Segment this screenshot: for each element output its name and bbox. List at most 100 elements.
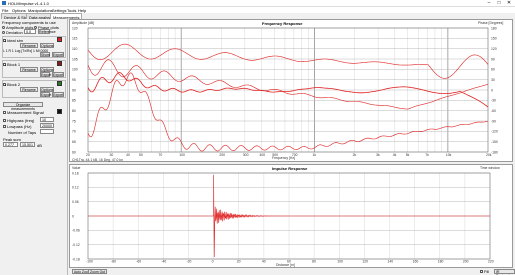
phase-tick-label: -180	[491, 150, 498, 154]
minimize-button[interactable]: –	[484, 0, 494, 6]
measurement-3-show-button[interactable]: Export	[40, 92, 51, 97]
measurement-signal-checkbox[interactable]	[3, 111, 6, 115]
close-button[interactable]: ✕	[504, 0, 514, 6]
measurement-3-rename-button[interactable]: Rename	[20, 87, 38, 92]
measurement-2-color-swatch[interactable]	[57, 61, 62, 66]
frequency-tick-label: 200	[219, 153, 225, 157]
amplitude-tick-label: 80	[72, 109, 76, 113]
deviation-radio[interactable]	[2, 31, 5, 35]
distance-tick-label: -80	[111, 260, 116, 264]
distance-tick-label: 20	[237, 260, 241, 264]
reference-button[interactable]: Reference	[38, 29, 56, 34]
measurement-3-checkbox[interactable]	[3, 83, 6, 87]
frequency-tick-label: 2k	[353, 153, 357, 157]
phase-tick-label: 120	[491, 47, 497, 51]
distance-tick-label: -100	[86, 260, 93, 264]
frequency-axis-label: Frequency [Hz]	[272, 156, 295, 160]
amplitude-radio[interactable]	[2, 26, 5, 30]
impulse-response-canvas[interactable]: -100 -80 -60 -40 -20 0 20 40 60 80 100 120 140 160 180…	[70, 165, 514, 269]
measurement-1-rename-button[interactable]: Rename	[20, 43, 38, 48]
value-tick-label: -0.06	[72, 229, 80, 233]
taps-label: Number of Taps	[8, 130, 37, 135]
highpass-toggle[interactable]: Highpass (freq)	[3, 118, 34, 123]
distance-tick-label: -60	[136, 260, 141, 264]
lowpass-checkbox[interactable]	[3, 125, 6, 129]
frequency-response-plot[interactable]: 180 120 150 115 120 110 90 105 60 100 30 95 0 90 -30 85…	[69, 19, 513, 162]
phase-trace	[87, 43, 489, 79]
lowpass-field[interactable]: 20000	[40, 123, 54, 128]
frequency-tick-label: 20k	[486, 153, 492, 157]
measurement-2-checkbox[interactable]	[3, 63, 6, 67]
distance-tick-label: -20	[187, 260, 192, 264]
frequency-tick-label: 10k	[446, 153, 452, 157]
amplitude-axis-label: Amplitude [dB]	[72, 21, 95, 25]
deviation-field[interactable]: 0.0	[24, 29, 36, 34]
amplitude-tick-label: 70	[72, 130, 76, 134]
maximize-button[interactable]: □	[494, 0, 504, 6]
value-tick-label: 0.12	[72, 186, 79, 190]
app-icon	[2, 1, 6, 5]
frequency-response-canvas[interactable]: 180 120 150 115 120 110 90 105 60 100 30 95 0 90 -30 85…	[70, 20, 514, 163]
amplitude-tick-label: 110	[72, 47, 78, 51]
organize-measurements-button[interactable]: Organize measurements	[3, 102, 43, 111]
frequency-tick-label: 7k	[425, 153, 429, 157]
measurement-2-export-button[interactable]: Export	[52, 72, 64, 77]
fill-checkbox[interactable]	[480, 270, 483, 274]
frequency-plot-title: Frequency Response	[262, 21, 303, 26]
distance-tick-label: -40	[161, 260, 166, 264]
measurement-3-export-button[interactable]: Export	[52, 92, 64, 97]
signal-color-swatch[interactable]	[57, 109, 62, 114]
distance-tick-label: 80	[312, 260, 316, 264]
zoom-out-button[interactable]: Zoom Out	[88, 269, 108, 274]
measurement-3-toggle[interactable]: Block 2	[3, 82, 20, 87]
distance-tick-label: 180	[438, 260, 444, 264]
measurement-2-rename-button[interactable]: Rename	[20, 67, 38, 72]
time-window-label: Time window	[480, 166, 500, 170]
title-bar: HOLMImpulse v1.4.1.0 – □ ✕	[0, 0, 515, 7]
phase-tick-label: 150	[491, 37, 497, 41]
value-tick-label: 0.06	[72, 200, 79, 204]
measurement-1-show-button[interactable]: Show	[40, 52, 50, 57]
peak-to-field[interactable]: 15.501	[20, 142, 35, 147]
phase-tick-label: -60	[491, 109, 496, 113]
lowpass-label: Lowpass (Hz)	[7, 124, 32, 129]
highpass-field[interactable]: 10	[40, 117, 54, 122]
distance-tick-label: 160	[413, 260, 419, 264]
distance-tick-label: 200	[463, 260, 469, 264]
frequency-tick-label: 50	[139, 153, 143, 157]
peak-from-field[interactable]: 0.277	[3, 142, 18, 147]
measurement-1-checkbox[interactable]	[3, 39, 6, 43]
frequency-tick-label: 4k	[393, 153, 397, 157]
ir-window-button[interactable]: IR Rectangle	[494, 269, 515, 275]
value-tick-label: 0.18	[72, 171, 79, 175]
phase-tick-label: -120	[491, 130, 498, 134]
amplitude-tick-label: 95	[72, 78, 76, 82]
deviation-label: Deviation	[6, 30, 23, 35]
frequency-tick-label: 30	[109, 153, 113, 157]
value-axis-label: Value	[72, 166, 81, 170]
deviation-option[interactable]: Deviation	[2, 30, 23, 35]
measurement-signal-toggle[interactable]: Measurement Signal	[3, 110, 44, 115]
fill-toggle[interactable]: Fill	[480, 269, 489, 274]
highpass-checkbox[interactable]	[3, 119, 6, 123]
frequency-tick-label: 70	[159, 153, 163, 157]
amplitude-tick-label: 115	[72, 37, 78, 41]
phase-tick-label: 30	[491, 78, 495, 82]
phase-tick-label: 180	[491, 26, 497, 30]
measurement-1-options-button[interactable]: Options	[40, 43, 54, 48]
amplitude-tick-label: 75	[72, 119, 76, 123]
amplitude-tick-label: 65	[72, 140, 76, 144]
measurement-2-show-button[interactable]: Export	[40, 72, 51, 77]
impulse-response-plot[interactable]: -100 -80 -60 -40 -20 0 20 40 60 80 100 120 140 160 180…	[69, 164, 513, 268]
measurement-3-color-swatch[interactable]	[57, 81, 62, 86]
amplitude-tick-label: 85	[72, 99, 76, 103]
distance-tick-label: 140	[388, 260, 394, 264]
lowpass-toggle[interactable]: Lowpass (Hz)	[3, 124, 31, 129]
measurement-1-export-button[interactable]: Export	[52, 52, 64, 57]
phase-tick-label: 0	[491, 88, 493, 92]
measurement-2-name: Block 1	[7, 62, 21, 67]
taps-field[interactable]	[40, 129, 54, 134]
measurement-1-color-swatch[interactable]	[57, 37, 62, 42]
measurement-2-toggle[interactable]: Block 1	[3, 62, 20, 67]
value-tick-label: -0.18	[72, 257, 80, 261]
